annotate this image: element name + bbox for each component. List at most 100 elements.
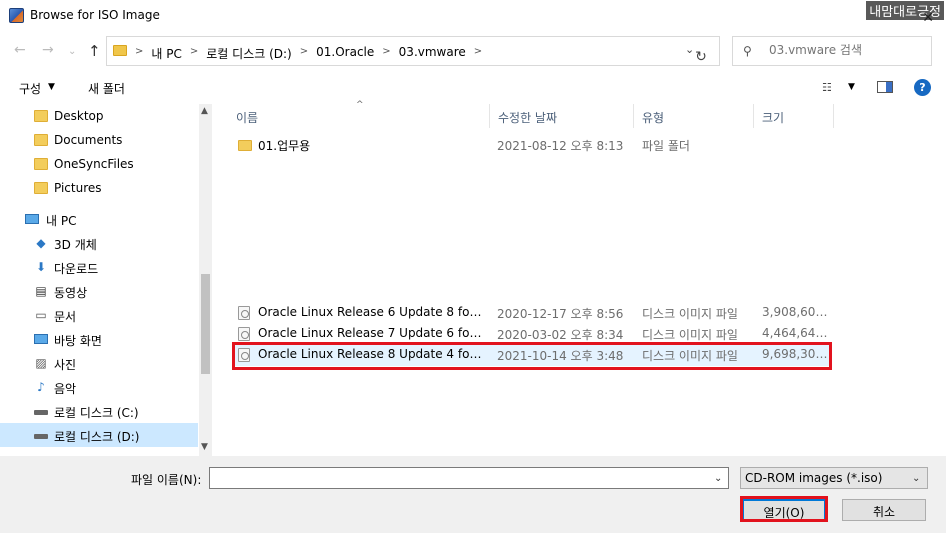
- file-type-filter[interactable]: CD-ROM images (*.iso) ⌄: [740, 467, 928, 489]
- breadcrumb-local-disk-d[interactable]: 로컬 디스크 (D:): [206, 45, 291, 62]
- file-row[interactable]: Oracle Linux Release 6 Update 8 for x86.…: [232, 302, 830, 324]
- sidebar-item-music[interactable]: ♪ 음악: [0, 375, 198, 399]
- sidebar-item-desktop-kr[interactable]: 바탕 화면: [0, 327, 198, 351]
- help-icon[interactable]: ?: [914, 79, 931, 96]
- document-icon: ▭: [35, 308, 47, 322]
- sidebar-item-videos[interactable]: ▤ 동영상: [0, 279, 198, 303]
- chevron-right-icon[interactable]: >: [382, 46, 390, 62]
- sidebar-item-local-disk-d[interactable]: 로컬 디스크 (D:): [0, 423, 198, 447]
- file-name: Oracle Linux Release 7 Update 6 for x86.…: [258, 326, 486, 340]
- iso-file-icon: [238, 306, 250, 320]
- sidebar-item-documents[interactable]: Documents: [0, 128, 198, 152]
- sidebar-item-desktop[interactable]: Desktop: [0, 104, 198, 128]
- chevron-down-icon: ⌄: [912, 473, 921, 484]
- sidebar-item-local-disk-c[interactable]: 로컬 디스크 (C:): [0, 399, 198, 423]
- sidebar-item-3d-objects[interactable]: ◆ 3D 개체: [0, 231, 198, 255]
- sidebar-item-onesyncfiles[interactable]: OneSyncFiles: [0, 152, 198, 176]
- sidebar-item-label: 다운로드: [54, 262, 99, 276]
- breadcrumb-vmware[interactable]: 03.vmware: [399, 45, 466, 62]
- sidebar-item-label: Desktop: [54, 109, 104, 123]
- sidebar-item-label: 음악: [54, 382, 77, 396]
- column-header-size[interactable]: 크기: [754, 104, 834, 128]
- folder-icon: [34, 182, 48, 194]
- file-name: Oracle Linux Release 6 Update 8 for x86.…: [258, 305, 486, 319]
- sidebar-item-label: 바탕 화면: [54, 334, 102, 348]
- filename-input[interactable]: [209, 467, 729, 489]
- organize-button[interactable]: 구성: [19, 80, 41, 97]
- search-box[interactable]: ⚲: [732, 36, 932, 66]
- sidebar-item-pictures[interactable]: Pictures: [0, 176, 198, 200]
- music-icon: ♪: [37, 380, 45, 394]
- search-input[interactable]: [769, 43, 924, 57]
- cancel-button[interactable]: 취소: [842, 499, 926, 521]
- sidebar-item-downloads[interactable]: ⬇ 다운로드: [0, 255, 198, 279]
- breadcrumb-oracle[interactable]: 01.Oracle: [316, 45, 374, 62]
- recent-locations-chevron-icon[interactable]: ⌄: [68, 46, 76, 57]
- search-icon: ⚲: [743, 44, 752, 58]
- column-header-name[interactable]: ^ 이름: [218, 100, 490, 128]
- folder-icon: [34, 158, 48, 170]
- breadcrumb-my-pc[interactable]: 내 PC: [151, 45, 181, 62]
- scroll-down-icon[interactable]: ▼: [201, 442, 208, 452]
- new-folder-button[interactable]: 새 폴더: [88, 80, 125, 97]
- iso-file-icon: [238, 327, 250, 341]
- chevron-right-icon[interactable]: >: [190, 46, 198, 62]
- sidebar-item-pictures-kr[interactable]: ▨ 사진: [0, 351, 198, 375]
- file-date: 2021-08-12 오후 8:13: [497, 139, 624, 153]
- sidebar-item-label: OneSyncFiles: [54, 157, 134, 171]
- sidebar-item-label: 문서: [54, 310, 77, 324]
- column-header-type[interactable]: 유형: [634, 104, 754, 128]
- column-header-label: 수정한 날짜: [498, 111, 558, 125]
- view-dropdown-icon[interactable]: ▼: [848, 82, 855, 92]
- drive-icon: [34, 434, 48, 439]
- scroll-up-icon[interactable]: ▲: [201, 106, 208, 116]
- file-list: ^ 이름 수정한 날짜 유형 크기 01.업무용 2021-08-12 오후 8…: [218, 100, 946, 456]
- column-header-date[interactable]: 수정한 날짜: [490, 104, 634, 128]
- column-header-label: 크기: [762, 111, 785, 125]
- file-name: 01.업무용: [258, 139, 311, 153]
- sidebar-item-label: 동영상: [54, 286, 88, 300]
- chevron-right-icon[interactable]: >: [300, 46, 308, 62]
- preview-pane-icon[interactable]: [877, 81, 893, 93]
- chevron-right-icon[interactable]: >: [135, 46, 143, 62]
- navigation-pane: Desktop Documents OneSyncFiles Pictures …: [0, 104, 212, 456]
- back-arrow-icon[interactable]: ←: [14, 42, 26, 58]
- up-arrow-icon[interactable]: ↑: [88, 42, 101, 60]
- view-options-icon[interactable]: ☷: [822, 81, 832, 94]
- forward-arrow-icon[interactable]: →: [42, 42, 54, 58]
- title-bar: Browse for ISO Image 내맘대로긍정 ✕: [0, 0, 946, 32]
- drive-icon: [34, 410, 48, 415]
- folder-icon: [113, 45, 127, 56]
- sidebar-item-label: Documents: [54, 133, 123, 147]
- chevron-right-icon[interactable]: >: [474, 46, 482, 62]
- navigation-bar: ← → ⌄ ↑ > 내 PC > 로컬 디스크 (D:) > 01.Oracle…: [0, 32, 946, 70]
- close-icon[interactable]: ✕: [922, 10, 934, 26]
- cube-icon: ◆: [36, 236, 46, 250]
- file-type: 디스크 이미지 파일: [642, 307, 738, 321]
- file-type: 디스크 이미지 파일: [642, 328, 738, 342]
- scrollbar-thumb[interactable]: [201, 274, 210, 374]
- file-date: 2020-12-17 오후 8:56: [497, 307, 624, 321]
- picture-icon: ▨: [35, 356, 47, 370]
- refresh-icon[interactable]: ↻: [688, 44, 714, 70]
- breadcrumb: > 내 PC > 로컬 디스크 (D:) > 01.Oracle > 03.vm…: [135, 45, 482, 62]
- sort-ascending-icon: ^: [356, 100, 364, 110]
- file-row[interactable]: 01.업무용 2021-08-12 오후 8:13 파일 폴더: [232, 134, 830, 156]
- file-size: 3,908,608...: [762, 305, 828, 319]
- navigation-scrollbar[interactable]: ▲ ▼: [199, 104, 212, 456]
- sidebar-item-documents-kr[interactable]: ▭ 문서: [0, 303, 198, 327]
- sidebar-item-my-pc[interactable]: 내 PC: [0, 207, 198, 231]
- chevron-down-icon[interactable]: ⌄: [714, 473, 722, 484]
- address-bar[interactable]: > 내 PC > 로컬 디스크 (D:) > 01.Oracle > 03.vm…: [106, 36, 720, 66]
- open-button-highlight-annotation: [740, 496, 828, 522]
- video-icon: ▤: [35, 284, 47, 298]
- command-bar: 구성 ▼ 새 폴더 ☷ ▼ ?: [0, 72, 946, 104]
- sidebar-item-label: 로컬 디스크 (D:): [54, 430, 140, 444]
- window-title: Browse for ISO Image: [30, 8, 160, 22]
- desktop-icon: [34, 334, 48, 344]
- chevron-down-icon[interactable]: ▼: [48, 82, 55, 92]
- virtualbox-icon: [9, 8, 24, 23]
- sidebar-item-label: 로컬 디스크 (C:): [54, 406, 139, 420]
- selection-highlight-annotation: [232, 342, 832, 370]
- column-header-label: 이름: [236, 111, 259, 125]
